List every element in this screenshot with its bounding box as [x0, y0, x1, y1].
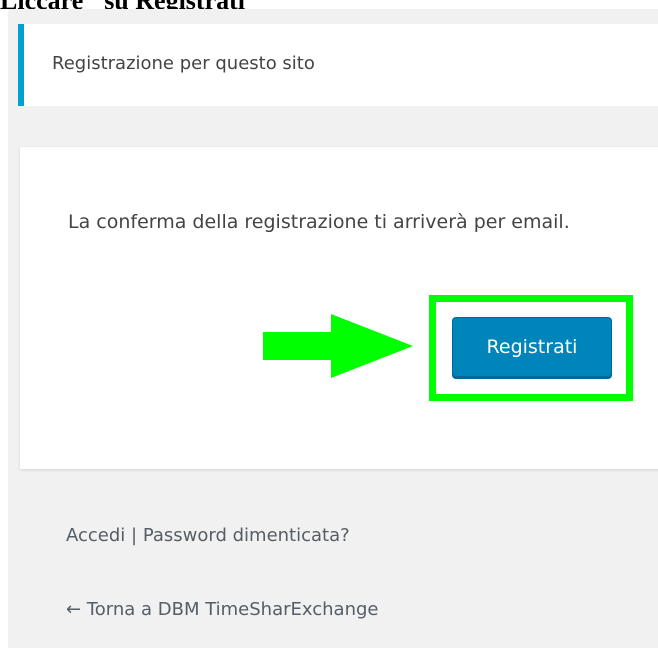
- login-link[interactable]: Accedi: [66, 525, 125, 546]
- registration-message-text: Registrazione per questo sito: [52, 53, 315, 74]
- register-button[interactable]: Registrati: [452, 317, 612, 377]
- registration-confirmation-text: La conferma della registrazione ti arriv…: [68, 211, 570, 233]
- lost-password-link[interactable]: Password dimenticata?: [143, 525, 350, 546]
- back-to-site-link[interactable]: ← Torna a DBM TimeSharExchange: [66, 599, 378, 620]
- wordpress-register-page: Registrazione per questo sito La conferm…: [8, 9, 658, 648]
- right-arrow-icon: [263, 314, 413, 378]
- login-links: Accedi | Password dimenticata?: [66, 525, 350, 546]
- link-separator: |: [125, 525, 143, 546]
- registration-message-box: Registrazione per questo sito: [18, 24, 658, 106]
